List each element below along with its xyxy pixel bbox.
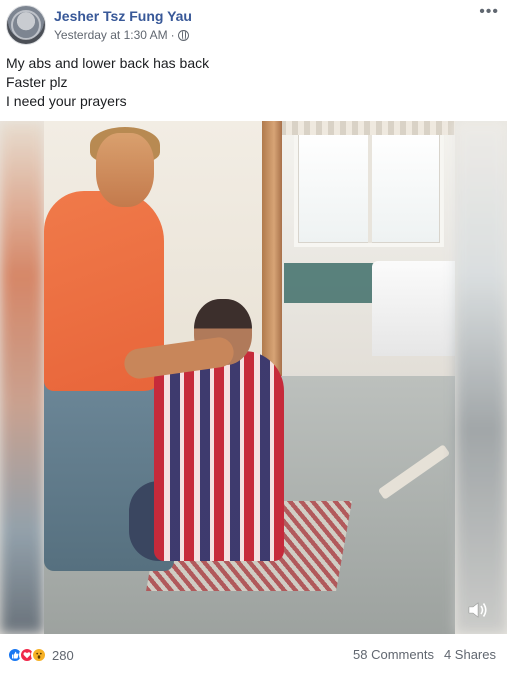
post-text-line: I need your prayers	[6, 93, 127, 109]
post-text-line: My abs and lower back has back	[6, 55, 210, 71]
post-meta: Yesterday at 1:30 AM ·	[54, 28, 189, 42]
volume-icon[interactable]	[467, 600, 489, 620]
post-footer: 280 58 Comments 4 Shares	[0, 634, 507, 674]
more-options-icon[interactable]: •••	[479, 3, 499, 21]
wow-icon	[31, 647, 47, 663]
video-player[interactable]	[0, 121, 507, 634]
author-avatar[interactable]	[6, 5, 46, 45]
shares-link[interactable]: 4 Shares	[444, 647, 496, 662]
reaction-count[interactable]: 280	[52, 648, 74, 663]
comments-link[interactable]: 58 Comments	[353, 647, 434, 662]
post-text-line: Faster plz	[6, 74, 68, 90]
meta-separator: ·	[170, 28, 175, 42]
video-blur-left	[0, 121, 44, 634]
globe-icon[interactable]	[177, 29, 189, 41]
post-timestamp[interactable]: Yesterday at 1:30 AM	[54, 28, 168, 42]
author-name[interactable]: Jesher Tsz Fung Yau	[54, 8, 192, 24]
engagement-stats: 58 Comments 4 Shares	[353, 647, 496, 662]
video-blur-right	[455, 121, 507, 634]
video-frame[interactable]	[44, 121, 455, 634]
facebook-post: Jesher Tsz Fung Yau Yesterday at 1:30 AM…	[0, 0, 507, 674]
post-text: My abs and lower back has back Faster pl…	[6, 54, 209, 111]
reactions-summary[interactable]: 280	[7, 647, 74, 663]
post-header: Jesher Tsz Fung Yau Yesterday at 1:30 AM…	[6, 3, 501, 45]
